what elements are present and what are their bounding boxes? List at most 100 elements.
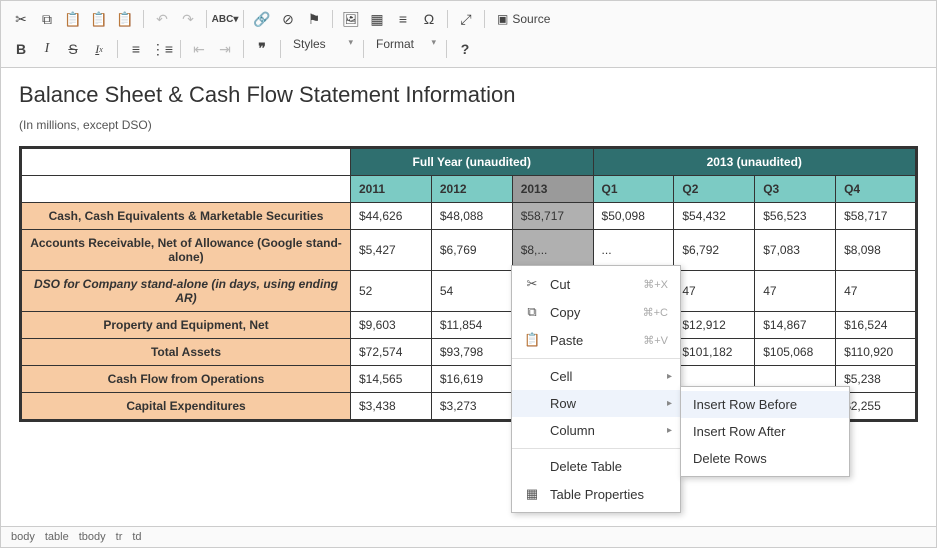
outdent-icon[interactable]: ⇤ [187,37,211,61]
data-cell[interactable]: 47 [674,271,755,312]
path-segment[interactable]: tbody [79,531,106,543]
link-icon[interactable]: 🔗 [250,7,274,31]
row-label: Capital Expenditures [21,393,351,421]
ctx-copy[interactable]: ⧉ Copy ⌘+C [512,298,680,326]
row-label: DSO for Company stand-alone (in days, us… [21,271,351,312]
table-row[interactable]: Property and Equipment, Net $9,603 $11,8… [21,312,917,339]
data-cell[interactable]: $58,717 [836,203,917,230]
ctx-table-properties[interactable]: ▦ Table Properties [512,480,680,508]
ctx-separator [512,448,680,449]
ctx-paste[interactable]: 📋 Paste ⌘+V [512,326,680,354]
ctx-column[interactable]: Column [512,417,680,444]
row-label: Cash, Cash Equivalents & Marketable Secu… [21,203,351,230]
ctx-delete-table[interactable]: Delete Table [512,453,680,480]
ctx-insert-row-after[interactable]: Insert Row After [681,418,849,445]
table-row[interactable]: Accounts Receivable, Net of Allowance (G… [21,230,917,271]
blank-header [21,148,351,176]
source-button[interactable]: ▣ Source [491,7,556,31]
data-cell[interactable]: $8,098 [836,230,917,271]
data-cell-selected[interactable]: $58,717 [512,203,593,230]
data-cell[interactable]: $16,524 [836,312,917,339]
data-cell[interactable]: 52 [351,271,432,312]
ctx-cut[interactable]: ✂ Cut ⌘+X [512,270,680,298]
paste-word-icon[interactable]: 📋 [113,7,137,31]
data-cell[interactable]: 47 [836,271,917,312]
specialchar-icon[interactable]: Ω [417,7,441,31]
undo-icon[interactable]: ↶ [150,7,174,31]
table-icon[interactable]: ▦ [365,7,389,31]
data-cell[interactable]: $48,088 [431,203,512,230]
image-icon[interactable]: 🖼 [339,7,363,31]
italic-icon[interactable]: I [35,37,59,61]
unlink-icon[interactable]: ⊘ [276,7,300,31]
numberedlist-icon[interactable]: ≡ [124,37,148,61]
styles-combo[interactable]: Styles [287,37,357,61]
table-icon: ▦ [524,486,540,502]
col-header: Q4 [836,176,917,203]
table-row[interactable]: Cash, Cash Equivalents & Marketable Secu… [21,203,917,230]
ctx-row[interactable]: Row Insert Row Before Insert Row After D… [512,390,680,417]
hr-icon[interactable]: ≡ [391,7,415,31]
path-segment[interactable]: body [11,531,35,543]
row-submenu[interactable]: Insert Row Before Insert Row After Delet… [680,386,850,477]
bulletlist-icon[interactable]: ⋮≡ [150,37,174,61]
paste-text-icon[interactable]: 📋 [87,7,111,31]
about-icon[interactable]: ? [453,37,477,61]
format-combo[interactable]: Format [370,37,440,61]
indent-icon[interactable]: ⇥ [213,37,237,61]
data-cell[interactable]: $110,920 [836,339,917,366]
copy-icon: ⧉ [524,304,540,320]
table-row[interactable]: Total Assets $72,574 $93,798 $1 $101,182… [21,339,917,366]
spellcheck-icon[interactable]: ABС▾ [213,7,237,31]
path-segment[interactable]: tr [116,531,123,543]
balance-sheet-table[interactable]: Full Year (unaudited) 2013 (unaudited) 2… [19,146,918,422]
separator [117,40,118,58]
ctx-cell[interactable]: Cell [512,363,680,390]
data-cell[interactable]: $44,626 [351,203,432,230]
ctx-insert-row-before[interactable]: Insert Row Before [681,391,849,418]
separator [332,10,333,28]
data-cell[interactable]: $5,427 [351,230,432,271]
data-cell[interactable]: $6,792 [674,230,755,271]
row-label: Accounts Receivable, Net of Allowance (G… [21,230,351,271]
data-cell[interactable]: $3,438 [351,393,432,421]
ctx-label: Copy [550,305,633,320]
data-cell[interactable]: $16,619 [431,366,512,393]
data-cell[interactable]: $105,068 [755,339,836,366]
data-cell[interactable]: $93,798 [431,339,512,366]
anchor-icon[interactable]: ⚑ [302,7,326,31]
maximize-icon[interactable]: ⤢ [454,7,478,31]
blockquote-icon[interactable]: ❞ [250,37,274,61]
strike-icon[interactable]: S [61,37,85,61]
path-segment[interactable]: td [132,531,141,543]
cut-icon[interactable]: ✂ [9,7,33,31]
removeformat-icon[interactable]: Ix [87,37,111,61]
data-cell[interactable]: $50,098 [593,203,674,230]
data-cell[interactable]: $56,523 [755,203,836,230]
data-cell[interactable]: $3,273 [431,393,512,421]
separator [446,40,447,58]
path-segment[interactable]: table [45,531,69,543]
redo-icon[interactable]: ↷ [176,7,200,31]
data-cell[interactable]: $9,603 [351,312,432,339]
data-cell[interactable]: 47 [755,271,836,312]
ctx-delete-rows[interactable]: Delete Rows [681,445,849,472]
data-cell[interactable]: $7,083 [755,230,836,271]
data-cell[interactable]: $6,769 [431,230,512,271]
ctx-label: Table Properties [550,487,668,502]
data-cell[interactable]: $54,432 [674,203,755,230]
table-row[interactable]: DSO for Company stand-alone (in days, us… [21,271,917,312]
content-area[interactable]: Balance Sheet & Cash Flow Statement Info… [1,68,936,530]
data-cell[interactable]: $12,912 [674,312,755,339]
data-cell[interactable]: $14,867 [755,312,836,339]
paste-icon[interactable]: 📋 [61,7,85,31]
data-cell[interactable]: $72,574 [351,339,432,366]
data-cell[interactable]: $14,565 [351,366,432,393]
col-header: 2012 [431,176,512,203]
copy-icon[interactable]: ⧉ [35,7,59,31]
bold-icon[interactable]: B [9,37,33,61]
context-menu[interactable]: ✂ Cut ⌘+X ⧉ Copy ⌘+C 📋 Paste ⌘+V Cell [511,265,681,513]
data-cell[interactable]: $101,182 [674,339,755,366]
data-cell[interactable]: 54 [431,271,512,312]
data-cell[interactable]: $11,854 [431,312,512,339]
